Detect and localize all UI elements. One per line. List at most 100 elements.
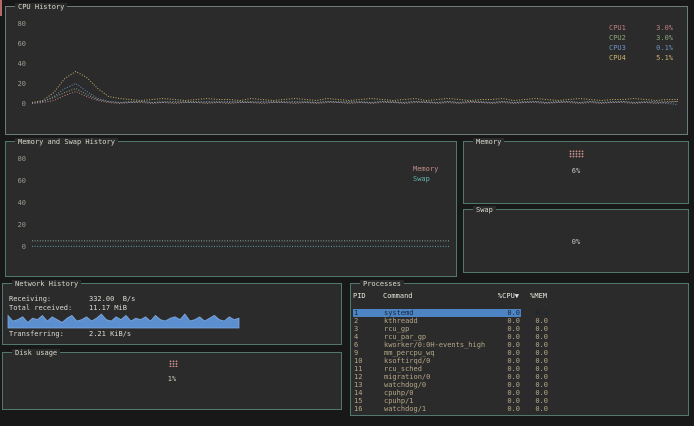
cpu-history-chart <box>6 7 689 136</box>
header-mem[interactable]: %MEM <box>519 292 547 300</box>
cpu-legend-label: CPU3 <box>609 43 626 53</box>
network-transferring-line: Transferring:2.21 KiB/s <box>9 330 131 338</box>
proc-pid: 15 <box>354 397 384 405</box>
chart-line-cpu2 <box>32 89 678 103</box>
table-row[interactable]: 6 kworker/0:0H-events_high 0.0 0.0 <box>353 341 521 349</box>
disk-usage-title: Disk usage <box>12 349 60 357</box>
memory-gauge-glyph <box>569 150 584 158</box>
network-transferring-value: 2.21 KiB/s <box>89 330 131 338</box>
header-cpu-sort[interactable]: %CPU▼ <box>491 292 519 300</box>
cpu-history-panel: CPU History 806040200 CPU1 3.0% CPU2 3.0… <box>5 6 688 135</box>
proc-pid: 11 <box>354 365 384 373</box>
header-command[interactable]: Command <box>383 292 491 300</box>
proc-cpu: 0.0 <box>492 373 520 381</box>
proc-cpu: 0.0 <box>492 309 520 317</box>
chart-line-cpu4 <box>32 72 678 103</box>
table-row[interactable]: 13 watchdog/0 0.0 0.0 <box>353 381 521 389</box>
proc-command: systemd <box>384 309 492 317</box>
screen-edge-artifact <box>0 0 2 16</box>
proc-mem: 0.0 <box>520 373 548 381</box>
table-row[interactable]: 4 rcu_par_gp 0.0 0.0 <box>353 333 521 341</box>
proc-command: rcu_par_gp <box>384 333 492 341</box>
disk-usage-panel: Disk usage 1% <box>2 352 342 410</box>
proc-mem: 0.0 <box>520 341 548 349</box>
proc-mem: 0.0 <box>520 317 548 325</box>
memory-gauge-panel: Memory 6% <box>463 141 689 204</box>
proc-mem: 0.0 <box>520 365 548 373</box>
table-row[interactable]: 15 cpuhp/1 0.0 0.0 <box>353 397 521 405</box>
proc-cpu: 0.0 <box>492 357 520 365</box>
proc-command: rcu_gp <box>384 325 492 333</box>
proc-cpu: 0.0 <box>492 341 520 349</box>
cpu-legend-label: CPU1 <box>609 23 626 33</box>
disk-usage-glyph <box>169 360 178 367</box>
cpu-legend-value: 5.1% <box>656 53 673 63</box>
table-row[interactable]: 16 watchdog/1 0.0 0.0 <box>353 405 521 413</box>
proc-mem: 0.0 <box>520 333 548 341</box>
proc-cpu: 0.0 <box>492 365 520 373</box>
proc-command: kworker/0:0H-events_high <box>384 341 492 349</box>
swap-gauge-panel: Swap 0% <box>463 209 689 273</box>
proc-pid: 3 <box>354 325 384 333</box>
proc-pid: 13 <box>354 381 384 389</box>
memory-percent: 6% <box>464 167 688 175</box>
memswap-legend: Memory Swap <box>413 164 438 184</box>
proc-command: cpuhp/1 <box>384 397 492 405</box>
table-row[interactable]: 2 kthreadd 0.0 0.0 <box>353 317 521 325</box>
table-row[interactable]: 12 migration/0 0.0 0.0 <box>353 373 521 381</box>
proc-command: rcu_sched <box>384 365 492 373</box>
proc-cpu: 0.0 <box>492 317 520 325</box>
memswap-legend-item: Swap <box>413 174 438 184</box>
proc-pid: 2 <box>354 317 384 325</box>
header-pid[interactable]: PID <box>353 292 383 300</box>
proc-pid: 9 <box>354 349 384 357</box>
memswap-history-chart <box>6 142 458 278</box>
proc-command: ksoftirqd/0 <box>384 357 492 365</box>
cpu-legend-item: CPU4 5.1% <box>609 53 673 63</box>
network-transferring-label: Transferring: <box>9 330 89 338</box>
disk-percent: 1% <box>3 375 341 383</box>
proc-pid: 6 <box>354 341 384 349</box>
proc-pid: 14 <box>354 389 384 397</box>
proc-mem: 0.0 <box>520 349 548 357</box>
memswap-legend-item: Memory <box>413 164 438 174</box>
swap-gauge-title: Swap <box>473 206 496 214</box>
proc-command: mm_percpu_wq <box>384 349 492 357</box>
processes-panel: Processes PID Command %CPU▼ %MEM 1 syste… <box>350 283 689 416</box>
proc-mem: 0.0 <box>520 389 548 397</box>
memswap-legend-label: Memory <box>413 164 438 174</box>
proc-cpu: 0.0 <box>492 333 520 341</box>
process-table: 1 systemd 0.0 0.1 2 kthreadd 0.0 0.0 3 r… <box>353 309 549 413</box>
proc-cpu: 0.0 <box>492 405 520 413</box>
proc-cpu: 0.0 <box>492 389 520 397</box>
proc-pid: 1 <box>354 309 384 317</box>
cpu-legend-value: 0.1% <box>656 43 673 53</box>
proc-command: watchdog/0 <box>384 381 492 389</box>
proc-command: cpuhp/0 <box>384 389 492 397</box>
proc-mem: 0.0 <box>520 397 548 405</box>
table-row[interactable]: 3 rcu_gp 0.0 0.0 <box>353 325 521 333</box>
proc-pid: 12 <box>354 373 384 381</box>
cpu-legend-item: CPU3 0.1% <box>609 43 673 53</box>
proc-mem: 0.1 <box>520 309 548 317</box>
table-row[interactable]: 9 mm_percpu_wq 0.0 0.0 <box>353 349 521 357</box>
cpu-legend-value: 3.0% <box>656 33 673 43</box>
cpu-legend: CPU1 3.0% CPU2 3.0% CPU3 0.1% CPU4 5.1% <box>609 23 673 63</box>
proc-mem: 0.0 <box>520 405 548 413</box>
proc-cpu: 0.0 <box>492 381 520 389</box>
memswap-history-panel: Memory and Swap History 806040200 Memory… <box>5 141 457 277</box>
cpu-legend-label: CPU2 <box>609 33 626 43</box>
cpu-legend-value: 3.0% <box>656 23 673 33</box>
table-row[interactable]: 1 systemd 0.0 0.1 <box>353 309 521 317</box>
processes-title: Processes <box>360 280 404 288</box>
proc-cpu: 0.0 <box>492 349 520 357</box>
memory-gauge-title: Memory <box>473 138 504 146</box>
proc-mem: 0.0 <box>520 325 548 333</box>
proc-mem: 0.0 <box>520 381 548 389</box>
table-row[interactable]: 10 ksoftirqd/0 0.0 0.0 <box>353 357 521 365</box>
table-row[interactable]: 11 rcu_sched 0.0 0.0 <box>353 365 521 373</box>
proc-command: watchdog/1 <box>384 405 492 413</box>
table-row[interactable]: 14 cpuhp/0 0.0 0.0 <box>353 389 521 397</box>
proc-pid: 4 <box>354 333 384 341</box>
process-table-header: PID Command %CPU▼ %MEM <box>353 292 549 300</box>
